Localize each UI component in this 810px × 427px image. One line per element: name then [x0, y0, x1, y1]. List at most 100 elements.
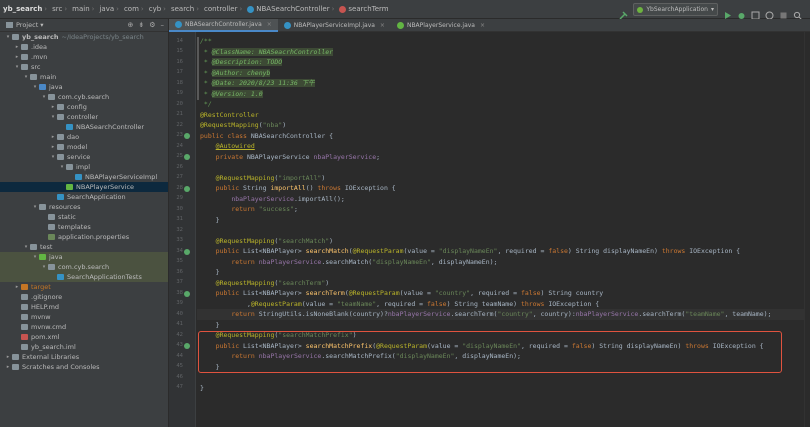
code-line[interactable]: }	[200, 383, 204, 394]
chevron-down-icon[interactable]: ▾	[40, 262, 48, 272]
tree-item[interactable]: .gitignore	[0, 292, 168, 302]
run-config-dropdown[interactable]: YbSearchApplication ▾	[633, 3, 718, 16]
close-icon[interactable]: ×	[380, 22, 385, 29]
tree-item[interactable]: NBAPlayerServiceImpl	[0, 172, 168, 182]
chevron-down-icon[interactable]: ▾	[40, 92, 48, 102]
tree-item[interactable]: ▾ test	[0, 242, 168, 252]
code-line[interactable]: private NBAPlayerService nbaPlayerServic…	[200, 152, 380, 163]
breadcrumb-item[interactable]: src ›	[49, 5, 69, 13]
code-line[interactable]: @RequestMapping("searchTerm")	[200, 278, 330, 289]
chevron-down-icon[interactable]: ▾	[49, 152, 57, 162]
chevron-down-icon[interactable]: ▾	[31, 202, 39, 212]
chevron-right-icon[interactable]: ▸	[4, 362, 12, 372]
code-line[interactable]: @Autowired	[200, 141, 255, 152]
tree-item[interactable]: templates	[0, 222, 168, 232]
tree-item[interactable]: ▸ model	[0, 142, 168, 152]
code-line[interactable]: @RequestMapping("importAll")	[200, 173, 326, 184]
tree-item[interactable]: ▾ com.cyb.search	[0, 262, 168, 272]
editor-tab[interactable]: NBAPlayerServiceImpl.java ×	[278, 19, 391, 32]
stop-icon[interactable]	[779, 5, 788, 19]
breadcrumb-item[interactable]: searchTerm	[336, 5, 390, 13]
code-line[interactable]: return "success";	[200, 204, 298, 215]
tree-item[interactable]: ▾ yb_search ~/IdeaProjects/yb_search	[0, 32, 168, 42]
chevron-right-icon[interactable]: ▸	[13, 282, 21, 292]
code-line[interactable]: * @Date: 2020/8/23 11:36 下午	[200, 78, 315, 89]
tree-item[interactable]: ▾ main	[0, 72, 168, 82]
breadcrumb-item[interactable]: java ›	[96, 5, 120, 13]
code-line[interactable]: public List<NBAPlayer> searchTerm(@Reque…	[200, 288, 604, 299]
breadcrumb-item[interactable]: yb_search ›	[0, 5, 49, 13]
tree-item[interactable]: ▾ impl	[0, 162, 168, 172]
bean-gutter-icon[interactable]	[184, 133, 190, 139]
collapse-icon[interactable]: ⇟	[138, 21, 144, 29]
code-line[interactable]: nbaPlayerService.importAll();	[200, 194, 345, 205]
code-line[interactable]: return nbaPlayerService.searchMatchPrefi…	[200, 351, 521, 362]
breadcrumb-item[interactable]: controller ›	[201, 5, 244, 13]
chevron-down-icon[interactable]: ▾	[4, 32, 12, 42]
tree-item[interactable]: ▸ .mvn	[0, 52, 168, 62]
code-line[interactable]: /**	[200, 36, 212, 47]
tree-item[interactable]: ▾ java	[0, 252, 168, 262]
code-line[interactable]: @RestController	[200, 110, 259, 121]
tree-item[interactable]: ▸ target	[0, 282, 168, 292]
code-line[interactable]: }	[200, 362, 220, 373]
tree-item[interactable]: mvnw.cmd	[0, 322, 168, 332]
tree-item[interactable]: ▾ service	[0, 152, 168, 162]
chevron-right-icon[interactable]: ▸	[49, 102, 57, 112]
tree-item[interactable]: ▾ com.cyb.search	[0, 92, 168, 102]
code-line[interactable]: return StringUtils.isNoneBlank(country)?…	[200, 309, 771, 320]
breadcrumb-item[interactable]: main ›	[69, 5, 96, 13]
editor-scrollbar[interactable]	[804, 32, 810, 427]
tree-item[interactable]: pom.xml	[0, 332, 168, 342]
code-line[interactable]: public class NBASearchController {	[200, 131, 333, 142]
code-line[interactable]: * @Version: 1.0	[200, 89, 263, 100]
code-line[interactable]: public List<NBAPlayer> searchMatch(@Requ…	[200, 246, 740, 257]
tree-item[interactable]: ▸ External Libraries	[0, 352, 168, 362]
tree-item[interactable]: ▸ .idea	[0, 42, 168, 52]
tree-item[interactable]: ▾ controller	[0, 112, 168, 122]
tree-item[interactable]: HELP.md	[0, 302, 168, 312]
chevron-down-icon[interactable]: ▾	[22, 242, 30, 252]
close-icon[interactable]: ×	[267, 21, 272, 28]
locate-icon[interactable]: ⊕	[127, 21, 133, 29]
chevron-down-icon[interactable]: ▾	[49, 112, 57, 122]
code-line[interactable]: ,@RequestParam(value = "teamName", requi…	[200, 299, 599, 310]
code-line[interactable]: }	[200, 215, 220, 226]
run-icon[interactable]	[723, 5, 732, 19]
chevron-right-icon[interactable]: ▸	[4, 352, 12, 362]
code-line[interactable]: * @Description: TODO	[200, 57, 283, 68]
breadcrumb-item[interactable]: com ›	[121, 5, 146, 13]
tree-item[interactable]: SearchApplicationTests	[0, 272, 168, 282]
code-line[interactable]: public String importAll() throws IOExcep…	[200, 183, 396, 194]
bean-gutter-icon[interactable]	[184, 185, 190, 192]
tree-item[interactable]: ▸ dao	[0, 132, 168, 142]
tree-item[interactable]: yb_search.iml	[0, 342, 168, 352]
tree-item[interactable]: NBAPlayerService	[0, 182, 168, 192]
bean-gutter-icon[interactable]	[184, 248, 190, 255]
search-icon[interactable]	[793, 5, 802, 20]
editor-tab[interactable]: NBAPlayerService.java ×	[391, 19, 491, 32]
project-panel-title[interactable]: Project	[16, 21, 38, 29]
coverage-icon[interactable]	[751, 5, 760, 20]
code-line[interactable]: @RequestMapping("nba")	[200, 120, 286, 131]
close-icon[interactable]: ×	[480, 22, 485, 29]
code-line[interactable]: @RequestMapping("searchMatchPrefix")	[200, 330, 357, 341]
tree-item[interactable]: NBASearchController	[0, 122, 168, 132]
hammer-icon[interactable]	[619, 5, 628, 20]
breadcrumb-item[interactable]: search ›	[168, 5, 201, 13]
code-line[interactable]: return nbaPlayerService.searchMatch("dis…	[200, 257, 497, 268]
code-line[interactable]: */	[200, 99, 212, 110]
code-line[interactable]: }	[200, 320, 220, 331]
chevron-down-icon[interactable]: ▾	[13, 62, 21, 72]
chevron-down-icon[interactable]: ▾	[58, 162, 66, 172]
code-line[interactable]: * @Author: chenyb	[200, 68, 271, 79]
chevron-right-icon[interactable]: ▸	[49, 142, 57, 152]
breadcrumb-item[interactable]: cyb ›	[146, 5, 168, 13]
code-line[interactable]: public List<NBAPlayer> searchMatchPrefix…	[200, 341, 764, 352]
bean-gutter-icon[interactable]	[184, 154, 190, 160]
tree-item[interactable]: ▾ src	[0, 62, 168, 72]
tree-item[interactable]: ▾ java	[0, 82, 168, 92]
code-line[interactable]: @RequestMapping("searchMatch")	[200, 236, 333, 247]
chevron-down-icon[interactable]: ▾	[22, 72, 30, 82]
tree-item[interactable]: ▾ resources	[0, 202, 168, 212]
